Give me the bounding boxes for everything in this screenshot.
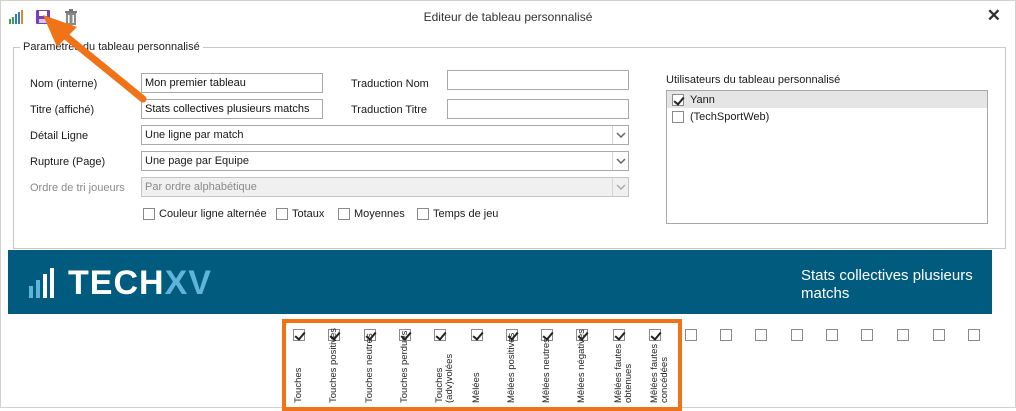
ordre-value: Par ordre alphabétique <box>145 181 257 193</box>
list-item[interactable]: (TechSportWeb) <box>667 108 987 125</box>
logo-accent: XV <box>164 264 212 302</box>
option-temps-checkbox[interactable]: Temps de jeu <box>417 208 498 220</box>
column-label <box>756 327 784 403</box>
traduction-titre-input[interactable] <box>447 99 629 119</box>
column-label: Mêlées fautes concédées <box>649 343 670 403</box>
chevron-down-icon[interactable] <box>612 152 628 170</box>
list-item[interactable]: Yann <box>667 91 987 108</box>
option-label: Temps de jeu <box>433 208 499 220</box>
checkbox-icon[interactable] <box>417 208 429 220</box>
logo: TECHXV <box>68 264 212 303</box>
option-totaux-checkbox[interactable]: Totaux <box>276 208 324 220</box>
window-title: Editeur de tableau personnalisé <box>423 10 593 24</box>
column-label <box>969 327 997 403</box>
column-label <box>862 327 890 403</box>
column-label: Mêlées positives <box>506 332 517 403</box>
option-moyennes-checkbox[interactable]: Moyennes <box>338 208 405 220</box>
column-label: Mêlées <box>471 372 482 403</box>
column-label <box>686 327 714 403</box>
column-label: Mêlées fautes obtenues <box>613 343 634 403</box>
close-icon[interactable]: ✕ <box>987 6 1001 26</box>
chevron-down-icon[interactable] <box>612 126 628 144</box>
group-legend: Paramètres du tableau personnalisé <box>23 41 200 53</box>
option-label: Couleur ligne alternée <box>159 208 267 220</box>
titre-input[interactable] <box>141 99 323 119</box>
column-label <box>934 327 962 403</box>
column-label: Touches perdues <box>399 330 410 403</box>
chevron-down-icon <box>612 178 628 196</box>
column-label: Touches <box>293 367 304 403</box>
column-label <box>721 327 749 403</box>
column-label: Mêlées négatives <box>576 329 587 403</box>
nom-label: Nom (interne) <box>30 78 98 90</box>
detail-select[interactable]: Une ligne par match <box>141 125 629 145</box>
report-banner: TECHXV Stats collectives plusieurs match… <box>8 250 992 314</box>
column-label: Touches (adv)volées <box>434 353 455 403</box>
traduction-nom-input[interactable] <box>447 70 629 90</box>
rupture-label: Rupture (Page) <box>30 156 106 168</box>
ordre-select: Par ordre alphabétique <box>141 177 629 197</box>
user-name: Yann <box>690 93 715 106</box>
banner-title: Stats collectives plusieurs matchs <box>801 267 973 302</box>
detail-value: Une ligne par match <box>145 129 244 141</box>
option-couleur-checkbox[interactable]: Couleur ligne alternée <box>143 208 267 220</box>
logo-main: TECH <box>68 264 165 302</box>
option-label: Totaux <box>292 208 325 220</box>
traduction-titre-label: Traduction Titre <box>351 104 428 116</box>
titre-label: Titre (affiché) <box>30 104 95 116</box>
option-label: Moyennes <box>354 208 405 220</box>
rupture-value: Une page par Equipe <box>145 155 249 167</box>
users-label: Utilisateurs du tableau personnalisé <box>666 74 841 86</box>
users-list[interactable]: Yann (TechSportWeb) <box>666 90 988 224</box>
checkbox-icon[interactable] <box>338 208 350 220</box>
checkbox-icon[interactable] <box>672 93 684 106</box>
column-label <box>827 327 855 403</box>
column-label: Touches neutres <box>364 333 375 403</box>
column-label <box>792 327 820 403</box>
checkbox-icon[interactable] <box>276 208 288 220</box>
editor-window: Editeur de tableau personnalisé ✕ Paramè… <box>0 0 1016 411</box>
column-label: Touches positives <box>328 328 339 403</box>
rupture-select[interactable]: Une page par Equipe <box>141 151 629 171</box>
column-label <box>898 327 926 403</box>
column-label: Mêlées neutres <box>541 338 552 403</box>
traduction-nom-label: Traduction Nom <box>351 78 429 90</box>
title-bar: Editeur de tableau personnalisé ✕ <box>1 1 1015 33</box>
logo-bars-icon <box>29 268 54 298</box>
checkbox-icon[interactable] <box>672 110 684 123</box>
ordre-label: Ordre de tri joueurs <box>30 182 125 194</box>
checkbox-icon[interactable] <box>143 208 155 220</box>
user-name: (TechSportWeb) <box>690 110 770 123</box>
nom-input[interactable] <box>141 73 323 93</box>
detail-label: Détail Ligne <box>30 130 89 142</box>
